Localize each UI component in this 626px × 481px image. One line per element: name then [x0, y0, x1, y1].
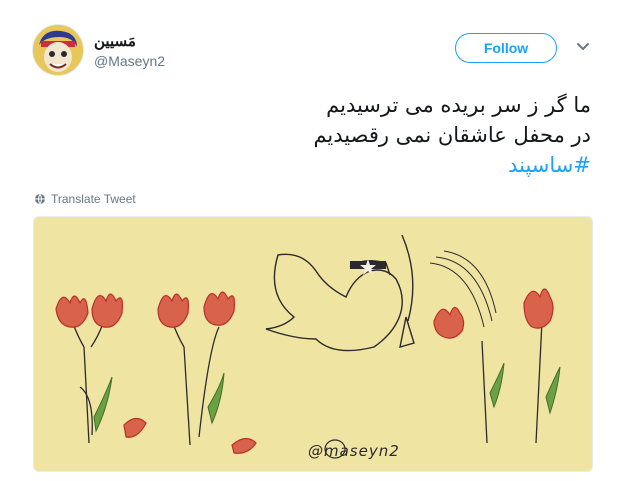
- follow-button[interactable]: Follow: [455, 33, 557, 63]
- image-watermark: @maseyn2: [308, 442, 400, 460]
- translate-tweet[interactable]: Translate Tweet: [34, 192, 136, 206]
- display-name[interactable]: مَسیین: [94, 33, 165, 51]
- globe-icon: [35, 193, 45, 205]
- tweet-line-2: در محفل عاشقان نمی رقصیدیم: [313, 123, 591, 147]
- avatar-image: [33, 25, 83, 75]
- tweet: مَسیین @Maseyn2 Follow ما گر ز سر بریده …: [0, 0, 626, 481]
- handle[interactable]: @Maseyn2: [94, 52, 165, 70]
- author-info: مَسیین @Maseyn2: [94, 33, 165, 70]
- avatar[interactable]: [32, 24, 84, 76]
- drawing-image: [34, 217, 592, 471]
- tweet-text: ما گر ز سر بریده می ترسیدیم در محفل عاشق…: [31, 90, 591, 180]
- tweet-media[interactable]: [33, 216, 593, 472]
- translate-label[interactable]: Translate Tweet: [51, 192, 136, 206]
- hashtag-link[interactable]: #ساسپند: [31, 150, 591, 180]
- tweet-line-1: ما گر ز سر بریده می ترسیدیم: [326, 93, 591, 117]
- chevron-down-icon[interactable]: [576, 40, 590, 54]
